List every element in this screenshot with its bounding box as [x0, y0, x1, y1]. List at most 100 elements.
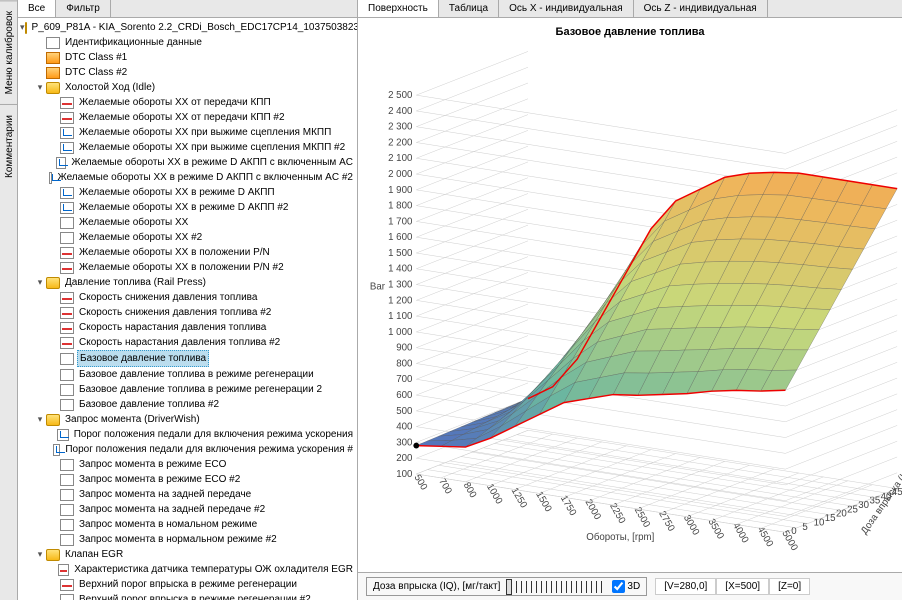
svg-text:400: 400: [396, 422, 413, 433]
tree-item-label: Желаемые обороты XX в положении P/N: [77, 245, 272, 260]
tree-item[interactable]: Базовое давление топлива в режиме регене…: [20, 367, 355, 382]
tree-item-icon: [56, 157, 66, 169]
status-fields: [V=280,0] [X=500] [Z=0]: [655, 578, 810, 595]
tab-surface[interactable]: Поверхность: [358, 0, 439, 17]
svg-text:2 100: 2 100: [388, 153, 413, 164]
tree-item-icon: [46, 549, 60, 561]
tree-item-label: Скорость снижения давления топлива #2: [77, 305, 273, 320]
svg-text:5000: 5000: [779, 529, 800, 554]
tree-item-icon: [60, 459, 74, 471]
tree-item[interactable]: Порог положения педали для включения реж…: [20, 427, 355, 442]
svg-text:2 300: 2 300: [388, 122, 413, 133]
tree-item[interactable]: Желаемые обороты XX в режиме D АКПП с вк…: [20, 170, 355, 185]
tree-item[interactable]: Желаемые обороты XX в режиме D АКПП: [20, 185, 355, 200]
tree-item[interactable]: ▾Клапан EGR: [20, 547, 355, 562]
svg-text:1 000: 1 000: [388, 327, 413, 338]
tree-item[interactable]: Базовое давление топлива #2: [20, 397, 355, 412]
tree-item-label: Скорость нарастания давления топлива #2: [77, 335, 282, 350]
surface-chart[interactable]: 1002003004005006007008009001 0001 1001 2…: [358, 42, 902, 566]
tree-item[interactable]: Запрос момента на задней передаче #2: [20, 502, 355, 517]
tree-item-label: Базовое давление топлива в режиме регене…: [77, 367, 316, 382]
tree-item[interactable]: Верхний порог впрыска в режиме регенерац…: [20, 577, 355, 592]
tree-item[interactable]: Базовое давление топлива: [20, 350, 355, 367]
tree-toggle-icon[interactable]: ▾: [34, 547, 46, 562]
tab-all[interactable]: Все: [18, 0, 56, 17]
svg-text:1500: 1500: [533, 490, 554, 515]
tree-item[interactable]: Базовое давление топлива в режиме регене…: [20, 382, 355, 397]
tree-item[interactable]: Желаемые обороты XX в положении P/N #2: [20, 260, 355, 275]
tree-item-label: Желаемые обороты XX в режиме D АКПП: [77, 185, 277, 200]
tree-item[interactable]: ▾Холостой Ход (Idle): [20, 80, 355, 95]
tree-item[interactable]: Порог положения педали для включения реж…: [20, 442, 355, 457]
tree-toggle-icon[interactable]: ▾: [34, 275, 46, 290]
tree-item-label: Порог положения педали для включения реж…: [72, 427, 355, 442]
tree-item[interactable]: Желаемые обороты XX в положении P/N: [20, 245, 355, 260]
tree-item-label: Запрос момента на задней передаче: [77, 487, 253, 502]
tree-item[interactable]: Желаемые обороты XX #2: [20, 230, 355, 245]
tree-item[interactable]: Запрос момента в нормальном режиме #2: [20, 532, 355, 547]
tree-item-icon: [53, 444, 60, 456]
tree-item[interactable]: Запрос момента в режиме ECO: [20, 457, 355, 472]
tree-item[interactable]: Скорость нарастания давления топлива: [20, 320, 355, 335]
tree-item-icon: [60, 519, 74, 531]
tree-item[interactable]: Желаемые обороты XX от передачи КПП #2: [20, 110, 355, 125]
svg-text:1 100: 1 100: [388, 311, 413, 322]
tree-item[interactable]: Желаемые обороты XX: [20, 215, 355, 230]
chart-area: Базовое давление топлива 100200300400500…: [358, 18, 902, 572]
tree-item[interactable]: Характеристика датчика температуры ОЖ ох…: [20, 562, 355, 577]
side-tab-comments[interactable]: Комментарии: [0, 104, 17, 188]
tree-item[interactable]: Скорость снижения давления топлива: [20, 290, 355, 305]
tree-item[interactable]: Скорость нарастания давления топлива #2: [20, 335, 355, 350]
tree-item-label: P_609_P81A - KIA_Sorento 2.2_CRDi_Bosch_…: [30, 20, 357, 35]
tree-item[interactable]: Желаемые обороты XX в режиме D АКПП с вк…: [20, 155, 355, 170]
svg-text:1 900: 1 900: [388, 185, 413, 196]
tree-item-label: DTC Class #2: [63, 65, 129, 80]
slider-handle[interactable]: [506, 579, 512, 595]
tree-item[interactable]: Желаемые обороты XX в режиме D АКПП #2: [20, 200, 355, 215]
tree-item-icon: [60, 232, 74, 244]
tree-item[interactable]: ▾Запрос момента (DriverWish): [20, 412, 355, 427]
tree-item-label: Желаемые обороты XX в режиме D АКПП с вк…: [55, 170, 355, 185]
tree-item-label: Идентификационные данные: [63, 35, 204, 50]
tree-item[interactable]: Запрос момента в номальном режиме: [20, 517, 355, 532]
tree-item[interactable]: ▾ P_609_P81A - KIA_Sorento 2.2_CRDi_Bosch…: [20, 20, 355, 35]
tree-item[interactable]: Желаемые обороты XX при выжиме сцепления…: [20, 125, 355, 140]
checkbox-3d[interactable]: 3D: [612, 580, 640, 593]
svg-text:2000: 2000: [582, 498, 603, 523]
calibration-tree[interactable]: ▾ P_609_P81A - KIA_Sorento 2.2_CRDi_Bosch…: [18, 18, 357, 600]
tree-toggle-icon[interactable]: ▾: [20, 20, 25, 35]
tree-item[interactable]: ▾Давление топлива (Rail Press): [20, 275, 355, 290]
tree-item-icon: [60, 217, 74, 229]
checkbox-3d-input[interactable]: [612, 580, 625, 593]
tree-item[interactable]: Верхний порог впрыска в режиме регенерац…: [20, 592, 355, 600]
tree-item[interactable]: Желаемые обороты XX при выжиме сцепления…: [20, 140, 355, 155]
tree-item-icon: [46, 52, 60, 64]
tree-toggle-icon[interactable]: ▾: [34, 80, 46, 95]
tree-item-icon: [46, 414, 60, 426]
tree-item[interactable]: Запрос момента в режиме ECO #2: [20, 472, 355, 487]
tab-axis-z[interactable]: Ось Z - индивидуальная: [634, 0, 768, 17]
tree-item-icon: [60, 262, 74, 274]
svg-text:1 300: 1 300: [388, 279, 413, 290]
tree-item-icon: [60, 142, 74, 154]
iq-slider[interactable]: [506, 581, 606, 593]
svg-text:2250: 2250: [607, 501, 628, 526]
tree-item[interactable]: Желаемые обороты XX от передачи КПП: [20, 95, 355, 110]
svg-text:500: 500: [396, 406, 413, 417]
tree-item[interactable]: DTC Class #1: [20, 50, 355, 65]
tree-toggle-icon[interactable]: ▾: [34, 412, 46, 427]
slider-label: Доза впрыска (IQ), [мг/такт]: [373, 581, 500, 592]
svg-text:1 500: 1 500: [388, 248, 413, 259]
tab-axis-x[interactable]: Ось X - индивидуальная: [499, 0, 634, 17]
tree-item-icon: [60, 112, 74, 124]
tab-filter[interactable]: Фильтр: [56, 0, 111, 17]
side-tab-menu[interactable]: Меню калибровок: [0, 0, 17, 104]
tab-table[interactable]: Таблица: [439, 0, 499, 17]
tree-item-icon: [60, 353, 74, 365]
chart-panel: Поверхность Таблица Ось X - индивидуальн…: [358, 0, 902, 600]
tree-item[interactable]: DTC Class #2: [20, 65, 355, 80]
tree-item[interactable]: Идентификационные данные: [20, 35, 355, 50]
tree-item-icon: [57, 429, 68, 441]
tree-item[interactable]: Скорость снижения давления топлива #2: [20, 305, 355, 320]
tree-item[interactable]: Запрос момента на задней передаче: [20, 487, 355, 502]
